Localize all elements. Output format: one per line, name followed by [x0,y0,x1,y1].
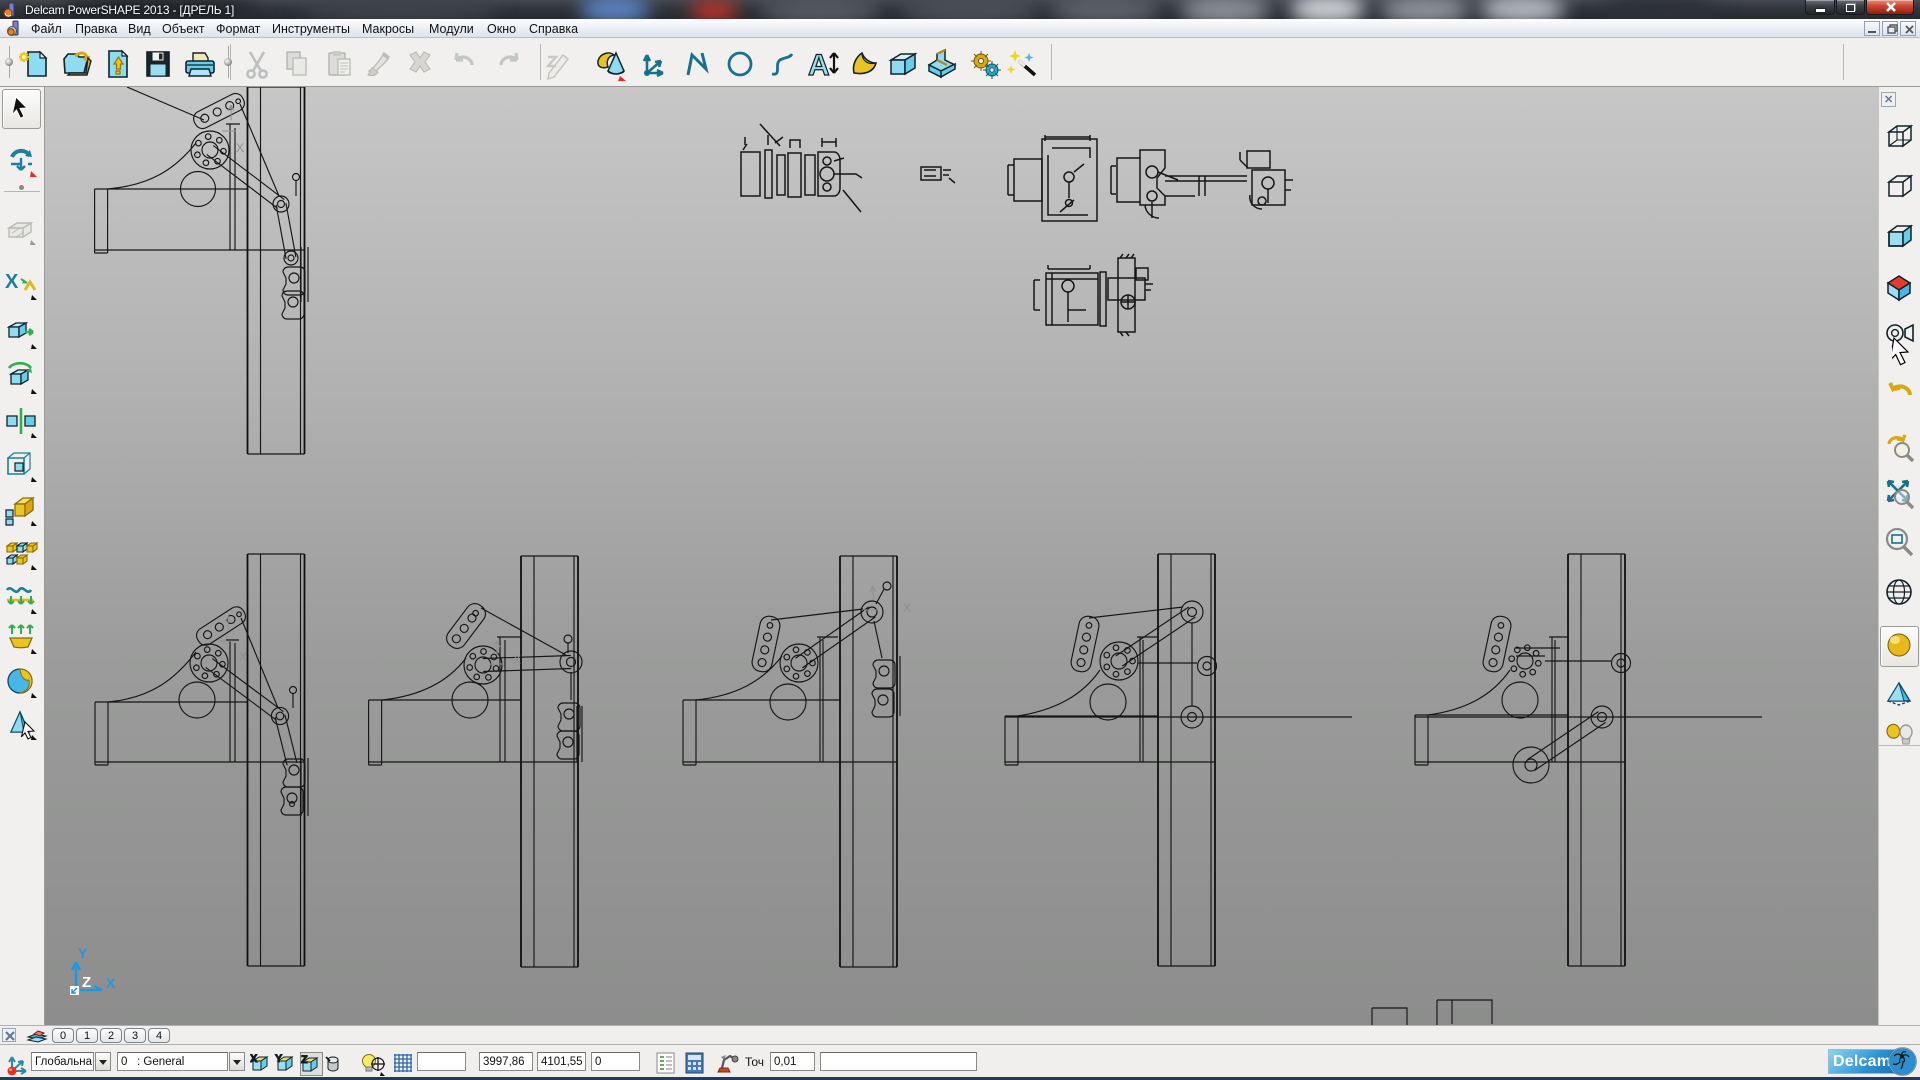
svg-text:X: X [106,975,116,991]
svg-text:X: X [250,1053,258,1065]
svg-text:Z: Z [301,1054,308,1066]
svg-text:X: X [239,650,247,664]
svg-text:X: X [513,653,521,667]
svg-text:X: X [5,271,19,293]
svg-text:Y: Y [78,945,88,961]
svg-text:A: A [808,49,830,81]
svg-text:X: X [236,141,244,155]
svg-text:Z: Z [82,974,91,991]
svg-text:Y: Y [275,1053,283,1065]
svg-text:X: X [903,601,911,615]
